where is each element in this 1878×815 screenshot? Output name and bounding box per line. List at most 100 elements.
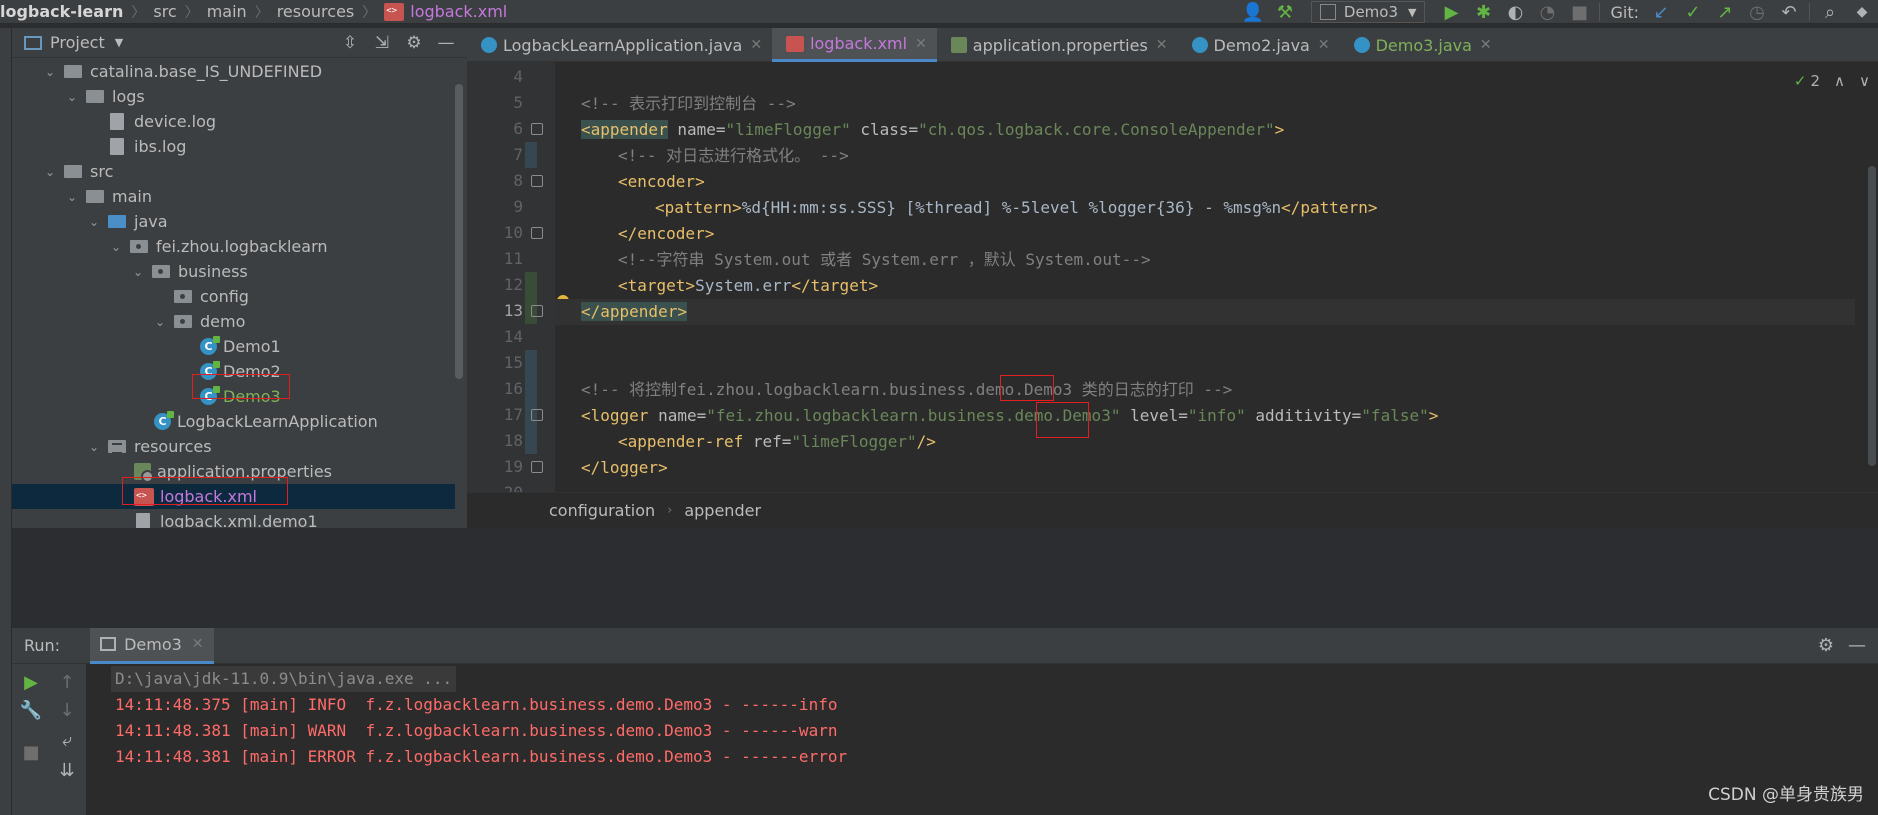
tree-item[interactable]: ibs.log [110,134,186,159]
history-icon[interactable]: ◷ [1741,0,1773,24]
run-tab-demo3[interactable]: Demo3 ✕ [90,627,214,664]
close-icon[interactable]: ✕ [192,636,204,652]
gear-icon[interactable]: ⚙ [401,33,427,53]
tree-item-label: src [90,162,114,181]
coverage-icon[interactable]: ◐ [1499,0,1531,24]
arrow-down-icon[interactable]: ↓ [54,700,80,721]
soft-wrap-icon[interactable]: ⤶ [54,730,80,751]
tab-demo3[interactable]: Demo3.java ✕ [1340,28,1502,62]
tree-item[interactable]: ⌄ java [86,209,168,234]
debug-bug-icon[interactable]: ✱ [1467,0,1499,24]
scroll-to-end-icon[interactable]: ⇊ [54,760,80,781]
run-icon[interactable]: ▶ [1435,0,1467,24]
breadcrumb-configuration[interactable]: configuration [549,501,655,520]
tree-item[interactable]: ⌄ demo [152,309,245,334]
git-commit-icon[interactable]: ✓ [1677,0,1709,24]
xml-file-icon [384,2,405,21]
git-push-icon[interactable]: ↗ [1709,0,1741,24]
search-icon[interactable]: ⌕ [1814,0,1846,24]
line-number: 14 [503,327,523,346]
close-icon[interactable]: ✕ [915,36,927,52]
close-icon[interactable]: ✕ [1156,37,1168,53]
tab-logbacklearnapplication[interactable]: LogbackLearnApplication.java ✕ [467,28,772,62]
breadcrumb-main[interactable]: main [207,2,247,21]
build-hammer-icon[interactable]: ⚒ [1269,0,1301,24]
inspection-count: 2 [1810,72,1821,90]
tree-item[interactable]: ⌄ catalina.base_IS_UNDEFINED [42,59,322,84]
chevron-down-icon: ⌄ [88,439,100,454]
gear-icon[interactable]: ⚙ [1818,635,1834,656]
hide-icon[interactable]: — [1848,635,1866,656]
tree-item[interactable]: device.log [110,109,216,134]
rollback-icon[interactable]: ↶ [1773,0,1805,24]
run-configuration-select[interactable]: Demo3 ▼ [1310,1,1426,23]
tree-item[interactable]: ⌄ main [64,184,152,209]
tree-item-label: logback.xml.demo1 [160,512,318,528]
tree-item[interactable]: ⌄ fei.zhou.logbacklearn [108,234,328,259]
package-icon [174,290,192,303]
chevron-down-icon: ⌄ [132,264,144,279]
hide-icon[interactable]: — [433,33,459,53]
inspection-widget[interactable]: ✓ 2 ∧ ∨ [1794,72,1870,90]
user-icon[interactable]: 👤 [1237,0,1269,24]
editor-tabs: LogbackLearnApplication.java ✕ logback.xm… [467,28,1878,62]
tree-item[interactable]: ⌄ resources [86,434,212,459]
tab-application-properties[interactable]: application.properties ✕ [937,28,1178,62]
breadcrumb-project[interactable]: logback-learn [0,2,123,21]
close-icon[interactable]: ✕ [1318,37,1330,53]
editor-scrollbar[interactable] [1868,166,1876,466]
close-icon[interactable]: ✕ [1480,37,1492,53]
tree-item[interactable]: logback.xml.demo1 [136,509,318,528]
stop-icon[interactable]: ■ [18,742,44,763]
fold-icon[interactable] [531,227,543,239]
breadcrumb-resources[interactable]: resources [277,2,355,21]
tab-logback-xml[interactable]: logback.xml ✕ [772,28,937,62]
line-number: 20 [467,483,523,492]
tree-item[interactable]: C Demo1 [200,334,281,359]
rerun-icon[interactable]: ▶ [18,672,44,693]
editor-breadcrumb: configuration › appender [467,492,1878,528]
expand-all-icon[interactable]: ⇳ [337,33,363,53]
profile-icon[interactable]: ◔ [1531,0,1563,24]
ide-logo-icon[interactable]: ◆ [1846,0,1878,24]
fold-icon[interactable] [531,409,543,421]
tree-item-label: catalina.base_IS_UNDEFINED [90,62,323,81]
toolbar-divider [1809,3,1810,21]
collapse-all-icon[interactable]: ⇲ [369,33,395,53]
project-scrollbar[interactable] [455,84,463,379]
tree-item[interactable]: C LogbackLearnApplication [154,409,378,434]
tree-item[interactable]: config [174,284,249,309]
fold-icon[interactable] [531,175,543,187]
tree-item[interactable]: ⌄ logs [64,84,145,109]
line-number: 19 [503,457,523,476]
chevron-down-icon[interactable]: ▼ [115,36,123,49]
fold-icon[interactable] [531,461,543,473]
chevron-down-icon[interactable]: ∨ [1859,72,1870,90]
chevron-down-icon: ▼ [1408,5,1417,19]
git-update-icon[interactable]: ↙ [1645,0,1677,24]
console-output[interactable]: D:\java\jdk-11.0.9\bin\java.exe ... 14:1… [86,664,1878,815]
tab-demo2[interactable]: Demo2.java ✕ [1178,28,1340,62]
wrench-icon[interactable]: 🔧 [18,700,44,721]
project-title[interactable]: Project [50,33,105,52]
arrow-up-icon[interactable]: ↑ [54,672,80,693]
breadcrumb-file[interactable]: logback.xml [384,2,507,21]
chevron-up-icon[interactable]: ∧ [1834,72,1845,90]
breadcrumb-appender[interactable]: appender [684,501,761,520]
code-editor[interactable]: <!-- 表示打印到控制台 --> <appender name="limeFl… [555,62,1855,492]
stop-icon[interactable]: ■ [1563,0,1595,24]
breadcrumb-src[interactable]: src [153,2,176,21]
chevron-right-icon: 〉 [254,4,269,21]
chevron-down-icon: ⌄ [88,214,100,229]
close-icon[interactable]: ✕ [750,37,762,53]
text-file-icon [110,138,124,155]
line-number: 17 [503,405,523,424]
fold-icon[interactable] [531,123,543,135]
tree-item[interactable]: ⌄ business [130,259,248,284]
java-class-icon: C [154,411,174,430]
highlight-box [1000,375,1054,401]
tree-item[interactable]: ⌄ src [42,159,113,184]
fold-icon[interactable] [531,305,543,317]
tree-item-label: java [134,212,168,231]
main-toolbar: 👤 ⚒ Demo3 ▼ ▶ ✱ ◐ ◔ ■ Git: ↙ ✓ ↗ ◷ ↶ ⌕ ◆ [1237,0,1878,24]
